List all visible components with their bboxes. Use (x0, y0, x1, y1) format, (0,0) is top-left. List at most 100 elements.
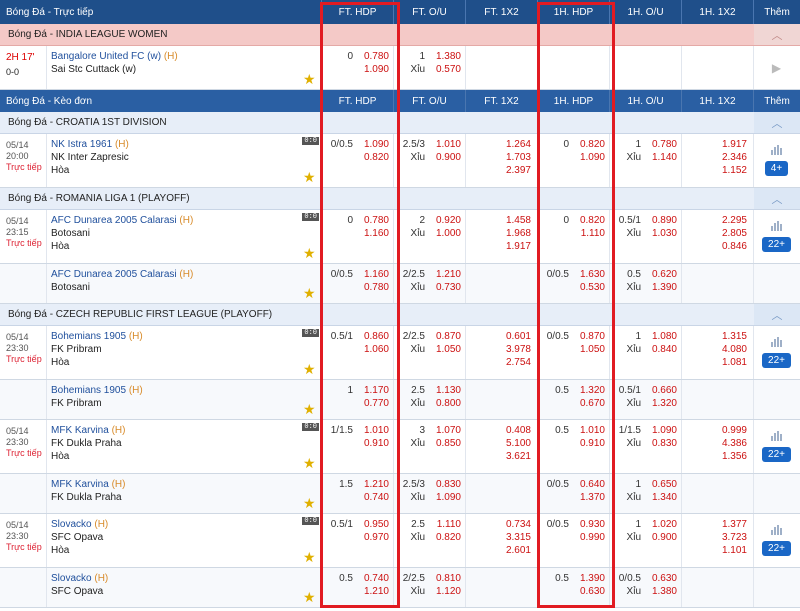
odds-value[interactable]: 1.210 (359, 478, 389, 491)
odds-1x2[interactable] (465, 568, 537, 607)
stats-icon[interactable] (771, 221, 782, 231)
odds-value[interactable]: 0.780 (359, 214, 389, 227)
odds-value[interactable] (466, 268, 531, 281)
league-header[interactable]: Bóng Đá - CZECH REPUBLIC FIRST LEAGUE (P… (0, 304, 800, 326)
odds-value[interactable]: 0.630 (647, 572, 677, 585)
odds-value[interactable]: 0.850 (431, 437, 461, 450)
odds-value[interactable]: 1.081 (682, 356, 747, 369)
odds-cell[interactable]: 0 0.820 1.090 (537, 134, 609, 187)
odds-value[interactable] (682, 585, 747, 598)
odds-value[interactable]: 5.100 (466, 437, 531, 450)
odds-value[interactable]: 1.380 (647, 585, 677, 598)
odds-value[interactable]: 3.315 (466, 531, 531, 544)
odds-cell[interactable]: 1 1.080 Xỉu 0.840 (609, 326, 681, 379)
odds-value[interactable]: 1.356 (682, 450, 747, 463)
odds-value[interactable]: 0.930 (575, 518, 605, 531)
odds-value[interactable]: 0.620 (647, 268, 677, 281)
odds-cell[interactable]: 2/2.5 0.810 Xỉu 1.120 (393, 568, 465, 607)
scoreboard-icon[interactable]: 0:0 (302, 517, 319, 525)
odds-value[interactable]: 1.458 (466, 214, 531, 227)
odds-value[interactable]: 0.530 (575, 281, 605, 294)
odds-value[interactable]: 0.630 (575, 585, 605, 598)
odds-value[interactable]: 1.010 (431, 138, 461, 151)
odds-value[interactable]: 1.090 (647, 424, 677, 437)
odds-value[interactable]: 1.370 (575, 491, 605, 504)
collapse-icon[interactable]: ︿ (754, 304, 800, 325)
odds-value[interactable]: 0.570 (431, 63, 461, 76)
odds-value[interactable]: 1.917 (682, 138, 747, 151)
odds-value[interactable]: 0.920 (431, 214, 461, 227)
odds-value[interactable]: 1.264 (466, 138, 531, 151)
odds-cell[interactable]: 2/2.5 0.870 Xỉu 1.050 (393, 326, 465, 379)
odds-value[interactable] (466, 478, 531, 491)
odds-cell[interactable]: 0/0.5 1.160 0.780 (321, 264, 393, 303)
more-bets-button[interactable]: 22+ (762, 541, 791, 556)
odds-1h-1x2[interactable] (681, 380, 753, 419)
odds-value[interactable]: 1.380 (431, 50, 461, 63)
odds-cell[interactable]: 0/0.5 0.870 1.050 (537, 326, 609, 379)
odds-value[interactable] (682, 478, 747, 491)
odds-cell[interactable]: 1.5 1.210 0.740 (321, 474, 393, 513)
odds-value[interactable]: 0.650 (647, 478, 677, 491)
odds-value[interactable] (466, 598, 531, 611)
favorite-star-icon[interactable]: ★ (303, 590, 317, 604)
home-team[interactable]: NK Istra 1961 (51, 139, 112, 150)
odds-value[interactable]: 0.890 (647, 214, 677, 227)
away-team[interactable]: SFC Opava (51, 531, 321, 544)
col-3-header[interactable]: 1H. HDP (537, 90, 609, 112)
odds-value[interactable]: 0.770 (359, 397, 389, 410)
odds-value[interactable] (682, 598, 747, 611)
odds-cell[interactable]: 1 1.380 Xỉu 0.570 (393, 46, 465, 89)
away-team[interactable]: Sai Stc Cuttack (w) (51, 63, 321, 76)
odds-value[interactable]: 1.090 (575, 151, 605, 164)
odds-value[interactable]: 0.810 (431, 572, 461, 585)
collapse-icon[interactable]: ︿ (754, 188, 800, 209)
odds-cell[interactable]: 2.5/3 0.830 Xỉu 1.090 (393, 474, 465, 513)
odds-value[interactable]: 0.820 (575, 138, 605, 151)
home-team[interactable]: Bangalore United FC (w) (51, 51, 161, 62)
favorite-star-icon[interactable]: ★ (303, 550, 317, 564)
odds-value[interactable]: 1.101 (682, 544, 747, 557)
odds-1h-1x2[interactable]: 1.377 3.723 1.101 (681, 514, 753, 567)
odds-value[interactable] (466, 585, 531, 598)
odds-value[interactable]: 1.210 (359, 585, 389, 598)
away-team[interactable]: Botosani (51, 281, 321, 294)
odds-cell[interactable]: 0.5 0.620 Xỉu 1.390 (609, 264, 681, 303)
odds-1h-1x2[interactable]: 0.999 4.386 1.356 (681, 420, 753, 473)
odds-cell[interactable]: 0 0.820 1.110 (537, 210, 609, 263)
odds-cell[interactable]: 1 1.020 Xỉu 0.900 (609, 514, 681, 567)
odds-1h-1x2[interactable]: 1.315 4.080 1.081 (681, 326, 753, 379)
odds-value[interactable]: 0.830 (647, 437, 677, 450)
odds-value[interactable]: 0.990 (575, 531, 605, 544)
odds-cell[interactable]: 0.5/1 0.890 Xỉu 1.030 (609, 210, 681, 263)
odds-value[interactable]: 0.601 (466, 330, 531, 343)
odds-value[interactable]: 1.968 (466, 227, 531, 240)
odds-value[interactable]: 2.295 (682, 214, 747, 227)
odds-cell[interactable]: 1/1.5 1.090 Xỉu 0.830 (609, 420, 681, 473)
odds-cell[interactable]: 0 0.780 1.160 (321, 210, 393, 263)
odds-value[interactable]: 1.917 (466, 240, 531, 253)
odds-value[interactable]: 0.870 (431, 330, 461, 343)
odds-value[interactable]: 0.730 (431, 281, 461, 294)
odds-value[interactable]: 0.999 (682, 424, 747, 437)
col-2-header[interactable]: FT. 1X2 (465, 0, 537, 24)
league-header[interactable]: Bóng Đá - INDIA LEAGUE WOMEN ︿ (0, 24, 800, 46)
away-team[interactable]: SFC Opava (51, 585, 321, 598)
favorite-star-icon[interactable]: ★ (303, 170, 317, 184)
odds-value[interactable]: 0.740 (359, 572, 389, 585)
col-1-header[interactable]: FT. O/U (393, 0, 465, 24)
odds-value[interactable]: 1.130 (431, 384, 461, 397)
odds-value[interactable]: 2.754 (466, 356, 531, 369)
col-6-header[interactable]: Thêm (753, 0, 800, 24)
odds-1h-1x2[interactable] (681, 474, 753, 513)
odds-cell[interactable]: 2 0.920 Xỉu 1.000 (393, 210, 465, 263)
away-team[interactable]: FK Dukla Praha (51, 437, 321, 450)
odds-value[interactable]: 4.386 (682, 437, 747, 450)
odds-value[interactable]: 1.340 (647, 491, 677, 504)
stats-icon[interactable] (771, 145, 782, 155)
odds-value[interactable]: 0.970 (359, 531, 389, 544)
odds-1x2[interactable] (465, 264, 537, 303)
col-0-header[interactable]: FT. HDP (321, 90, 393, 112)
odds-value[interactable]: 1.140 (647, 151, 677, 164)
collapse-icon[interactable]: ︿ (754, 24, 800, 45)
